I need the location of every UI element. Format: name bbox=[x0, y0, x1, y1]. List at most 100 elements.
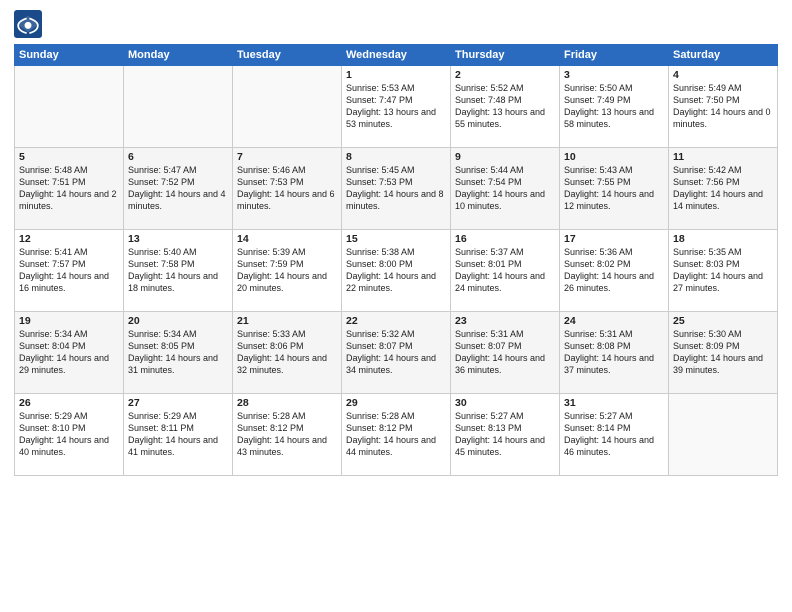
weekday-header-thursday: Thursday bbox=[451, 45, 560, 66]
day-number: 19 bbox=[19, 315, 119, 327]
calendar-cell: 31Sunrise: 5:27 AM Sunset: 8:14 PM Dayli… bbox=[560, 394, 669, 476]
weekday-header-wednesday: Wednesday bbox=[342, 45, 451, 66]
logo bbox=[14, 10, 46, 38]
day-number: 27 bbox=[128, 397, 228, 409]
day-number: 2 bbox=[455, 69, 555, 81]
cell-content: Sunrise: 5:29 AM Sunset: 8:11 PM Dayligh… bbox=[128, 410, 228, 459]
day-number: 10 bbox=[564, 151, 664, 163]
weekday-header-monday: Monday bbox=[124, 45, 233, 66]
day-number: 17 bbox=[564, 233, 664, 245]
cell-content: Sunrise: 5:36 AM Sunset: 8:02 PM Dayligh… bbox=[564, 246, 664, 295]
day-number: 14 bbox=[237, 233, 337, 245]
weekday-header-sunday: Sunday bbox=[15, 45, 124, 66]
cell-content: Sunrise: 5:42 AM Sunset: 7:56 PM Dayligh… bbox=[673, 164, 773, 213]
calendar-cell: 7Sunrise: 5:46 AM Sunset: 7:53 PM Daylig… bbox=[233, 148, 342, 230]
calendar-cell: 4Sunrise: 5:49 AM Sunset: 7:50 PM Daylig… bbox=[669, 66, 778, 148]
calendar-cell: 16Sunrise: 5:37 AM Sunset: 8:01 PM Dayli… bbox=[451, 230, 560, 312]
day-number: 26 bbox=[19, 397, 119, 409]
day-number: 18 bbox=[673, 233, 773, 245]
day-number: 30 bbox=[455, 397, 555, 409]
calendar-table: SundayMondayTuesdayWednesdayThursdayFrid… bbox=[14, 44, 778, 476]
weekday-header-tuesday: Tuesday bbox=[233, 45, 342, 66]
cell-content: Sunrise: 5:39 AM Sunset: 7:59 PM Dayligh… bbox=[237, 246, 337, 295]
cell-content: Sunrise: 5:27 AM Sunset: 8:14 PM Dayligh… bbox=[564, 410, 664, 459]
calendar-cell: 28Sunrise: 5:28 AM Sunset: 8:12 PM Dayli… bbox=[233, 394, 342, 476]
day-number: 12 bbox=[19, 233, 119, 245]
calendar-cell: 17Sunrise: 5:36 AM Sunset: 8:02 PM Dayli… bbox=[560, 230, 669, 312]
calendar-cell: 1Sunrise: 5:53 AM Sunset: 7:47 PM Daylig… bbox=[342, 66, 451, 148]
header bbox=[14, 10, 778, 38]
cell-content: Sunrise: 5:48 AM Sunset: 7:51 PM Dayligh… bbox=[19, 164, 119, 213]
weekday-header-friday: Friday bbox=[560, 45, 669, 66]
calendar-cell: 26Sunrise: 5:29 AM Sunset: 8:10 PM Dayli… bbox=[15, 394, 124, 476]
cell-content: Sunrise: 5:46 AM Sunset: 7:53 PM Dayligh… bbox=[237, 164, 337, 213]
calendar-cell: 25Sunrise: 5:30 AM Sunset: 8:09 PM Dayli… bbox=[669, 312, 778, 394]
calendar-cell bbox=[669, 394, 778, 476]
day-number: 23 bbox=[455, 315, 555, 327]
logo-icon bbox=[14, 10, 42, 38]
cell-content: Sunrise: 5:41 AM Sunset: 7:57 PM Dayligh… bbox=[19, 246, 119, 295]
day-number: 20 bbox=[128, 315, 228, 327]
week-row-5: 26Sunrise: 5:29 AM Sunset: 8:10 PM Dayli… bbox=[15, 394, 778, 476]
day-number: 4 bbox=[673, 69, 773, 81]
cell-content: Sunrise: 5:49 AM Sunset: 7:50 PM Dayligh… bbox=[673, 82, 773, 131]
cell-content: Sunrise: 5:29 AM Sunset: 8:10 PM Dayligh… bbox=[19, 410, 119, 459]
calendar-cell: 6Sunrise: 5:47 AM Sunset: 7:52 PM Daylig… bbox=[124, 148, 233, 230]
cell-content: Sunrise: 5:38 AM Sunset: 8:00 PM Dayligh… bbox=[346, 246, 446, 295]
week-row-1: 1Sunrise: 5:53 AM Sunset: 7:47 PM Daylig… bbox=[15, 66, 778, 148]
calendar-cell: 5Sunrise: 5:48 AM Sunset: 7:51 PM Daylig… bbox=[15, 148, 124, 230]
day-number: 21 bbox=[237, 315, 337, 327]
cell-content: Sunrise: 5:31 AM Sunset: 8:07 PM Dayligh… bbox=[455, 328, 555, 377]
day-number: 24 bbox=[564, 315, 664, 327]
calendar-cell: 12Sunrise: 5:41 AM Sunset: 7:57 PM Dayli… bbox=[15, 230, 124, 312]
day-number: 25 bbox=[673, 315, 773, 327]
cell-content: Sunrise: 5:30 AM Sunset: 8:09 PM Dayligh… bbox=[673, 328, 773, 377]
calendar-cell bbox=[15, 66, 124, 148]
calendar-cell: 27Sunrise: 5:29 AM Sunset: 8:11 PM Dayli… bbox=[124, 394, 233, 476]
calendar-cell: 21Sunrise: 5:33 AM Sunset: 8:06 PM Dayli… bbox=[233, 312, 342, 394]
week-row-3: 12Sunrise: 5:41 AM Sunset: 7:57 PM Dayli… bbox=[15, 230, 778, 312]
calendar-cell: 15Sunrise: 5:38 AM Sunset: 8:00 PM Dayli… bbox=[342, 230, 451, 312]
day-number: 13 bbox=[128, 233, 228, 245]
day-number: 1 bbox=[346, 69, 446, 81]
day-number: 8 bbox=[346, 151, 446, 163]
cell-content: Sunrise: 5:47 AM Sunset: 7:52 PM Dayligh… bbox=[128, 164, 228, 213]
calendar-cell: 30Sunrise: 5:27 AM Sunset: 8:13 PM Dayli… bbox=[451, 394, 560, 476]
cell-content: Sunrise: 5:33 AM Sunset: 8:06 PM Dayligh… bbox=[237, 328, 337, 377]
day-number: 9 bbox=[455, 151, 555, 163]
cell-content: Sunrise: 5:45 AM Sunset: 7:53 PM Dayligh… bbox=[346, 164, 446, 213]
cell-content: Sunrise: 5:27 AM Sunset: 8:13 PM Dayligh… bbox=[455, 410, 555, 459]
cell-content: Sunrise: 5:31 AM Sunset: 8:08 PM Dayligh… bbox=[564, 328, 664, 377]
cell-content: Sunrise: 5:28 AM Sunset: 8:12 PM Dayligh… bbox=[346, 410, 446, 459]
calendar-cell: 3Sunrise: 5:50 AM Sunset: 7:49 PM Daylig… bbox=[560, 66, 669, 148]
cell-content: Sunrise: 5:37 AM Sunset: 8:01 PM Dayligh… bbox=[455, 246, 555, 295]
calendar-cell: 14Sunrise: 5:39 AM Sunset: 7:59 PM Dayli… bbox=[233, 230, 342, 312]
day-number: 6 bbox=[128, 151, 228, 163]
calendar-cell: 13Sunrise: 5:40 AM Sunset: 7:58 PM Dayli… bbox=[124, 230, 233, 312]
calendar-cell: 18Sunrise: 5:35 AM Sunset: 8:03 PM Dayli… bbox=[669, 230, 778, 312]
cell-content: Sunrise: 5:44 AM Sunset: 7:54 PM Dayligh… bbox=[455, 164, 555, 213]
weekday-header-row: SundayMondayTuesdayWednesdayThursdayFrid… bbox=[15, 45, 778, 66]
calendar-cell: 2Sunrise: 5:52 AM Sunset: 7:48 PM Daylig… bbox=[451, 66, 560, 148]
day-number: 11 bbox=[673, 151, 773, 163]
day-number: 5 bbox=[19, 151, 119, 163]
day-number: 28 bbox=[237, 397, 337, 409]
cell-content: Sunrise: 5:28 AM Sunset: 8:12 PM Dayligh… bbox=[237, 410, 337, 459]
calendar-cell: 24Sunrise: 5:31 AM Sunset: 8:08 PM Dayli… bbox=[560, 312, 669, 394]
cell-content: Sunrise: 5:43 AM Sunset: 7:55 PM Dayligh… bbox=[564, 164, 664, 213]
week-row-4: 19Sunrise: 5:34 AM Sunset: 8:04 PM Dayli… bbox=[15, 312, 778, 394]
cell-content: Sunrise: 5:40 AM Sunset: 7:58 PM Dayligh… bbox=[128, 246, 228, 295]
cell-content: Sunrise: 5:50 AM Sunset: 7:49 PM Dayligh… bbox=[564, 82, 664, 131]
calendar-cell: 8Sunrise: 5:45 AM Sunset: 7:53 PM Daylig… bbox=[342, 148, 451, 230]
calendar-cell: 10Sunrise: 5:43 AM Sunset: 7:55 PM Dayli… bbox=[560, 148, 669, 230]
cell-content: Sunrise: 5:34 AM Sunset: 8:04 PM Dayligh… bbox=[19, 328, 119, 377]
cell-content: Sunrise: 5:53 AM Sunset: 7:47 PM Dayligh… bbox=[346, 82, 446, 131]
cell-content: Sunrise: 5:35 AM Sunset: 8:03 PM Dayligh… bbox=[673, 246, 773, 295]
weekday-header-saturday: Saturday bbox=[669, 45, 778, 66]
calendar-cell: 22Sunrise: 5:32 AM Sunset: 8:07 PM Dayli… bbox=[342, 312, 451, 394]
calendar-cell: 23Sunrise: 5:31 AM Sunset: 8:07 PM Dayli… bbox=[451, 312, 560, 394]
cell-content: Sunrise: 5:32 AM Sunset: 8:07 PM Dayligh… bbox=[346, 328, 446, 377]
calendar-cell: 11Sunrise: 5:42 AM Sunset: 7:56 PM Dayli… bbox=[669, 148, 778, 230]
calendar-cell bbox=[124, 66, 233, 148]
calendar-cell: 19Sunrise: 5:34 AM Sunset: 8:04 PM Dayli… bbox=[15, 312, 124, 394]
